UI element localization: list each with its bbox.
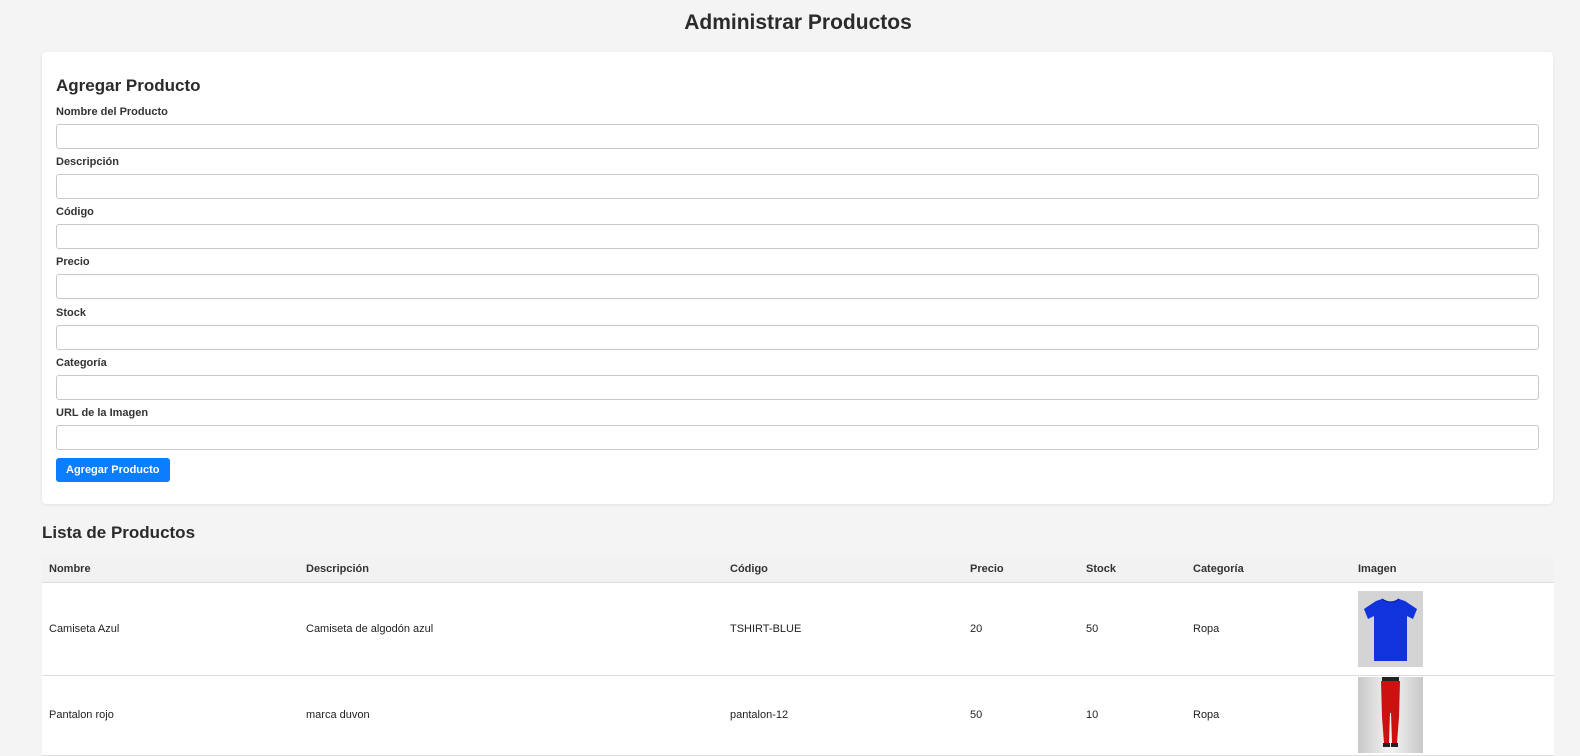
red-pants-image: [1358, 677, 1423, 753]
image-url-label: URL de la Imagen: [56, 407, 149, 419]
column-header-categoria: Categoría: [1186, 556, 1351, 583]
stock-label: Stock: [56, 307, 86, 319]
code-label: Código: [56, 206, 94, 218]
cell-imagen: [1351, 582, 1554, 676]
table-row: Pantalon rojo marca duvon pantalon-12 50…: [42, 675, 1554, 756]
product-table: Nombre Descripción Código Precio Stock C…: [42, 556, 1554, 756]
code-field: Código: [56, 205, 1539, 249]
product-name-input[interactable]: [56, 124, 1539, 149]
cell-stock: 10: [1079, 675, 1186, 756]
image-url-field: URL de la Imagen: [56, 406, 1539, 450]
cell-precio: 50: [963, 675, 1079, 756]
column-header-precio: Precio: [963, 556, 1079, 583]
cell-nombre: Pantalon rojo: [42, 675, 299, 756]
price-field: Precio: [56, 255, 1539, 299]
product-name-label: Nombre del Producto: [56, 106, 168, 118]
cell-stock: 50: [1079, 582, 1186, 676]
cell-descripcion: Camiseta de algodón azul: [299, 582, 723, 676]
product-name-field: Nombre del Producto: [56, 105, 1539, 149]
cell-codigo: TSHIRT-BLUE: [723, 582, 963, 676]
cell-descripcion: marca duvon: [299, 675, 723, 756]
code-input[interactable]: [56, 224, 1539, 249]
category-field: Categoría: [56, 356, 1539, 400]
price-input[interactable]: [56, 274, 1539, 299]
add-product-button[interactable]: Agregar Producto: [56, 458, 170, 482]
column-header-imagen: Imagen: [1351, 556, 1554, 583]
description-input[interactable]: [56, 174, 1539, 199]
product-list-title: Lista de Productos: [42, 523, 196, 542]
column-header-nombre: Nombre: [42, 556, 299, 583]
description-field: Descripción: [56, 155, 1539, 199]
product-table-container: Nombre Descripción Código Precio Stock C…: [42, 556, 1554, 756]
stock-input[interactable]: [56, 325, 1539, 350]
column-header-stock: Stock: [1079, 556, 1186, 583]
description-label: Descripción: [56, 156, 119, 168]
add-product-form: Agregar Producto Nombre del Producto Des…: [42, 52, 1553, 504]
table-row: Camiseta Azul Camiseta de algodón azul T…: [42, 582, 1554, 676]
blue-tshirt-image: [1358, 590, 1423, 667]
cell-nombre: Camiseta Azul: [42, 582, 299, 676]
cell-categoria: Ropa: [1186, 675, 1351, 756]
column-header-codigo: Código: [723, 556, 963, 583]
cell-categoria: Ropa: [1186, 582, 1351, 676]
price-label: Precio: [56, 256, 90, 268]
stock-field: Stock: [56, 306, 1539, 350]
cell-codigo: pantalon-12: [723, 675, 963, 756]
form-title: Agregar Producto: [56, 76, 201, 95]
table-header-row: Nombre Descripción Código Precio Stock C…: [42, 556, 1554, 583]
page-title: Administrar Productos: [684, 11, 912, 34]
cell-precio: 20: [963, 582, 1079, 676]
category-label: Categoría: [56, 357, 107, 369]
image-url-input[interactable]: [56, 425, 1539, 450]
page: Administrar Productos Agregar Producto N…: [0, 0, 1580, 756]
category-input[interactable]: [56, 375, 1539, 400]
cell-imagen: [1351, 675, 1554, 756]
column-header-descripcion: Descripción: [299, 556, 723, 583]
